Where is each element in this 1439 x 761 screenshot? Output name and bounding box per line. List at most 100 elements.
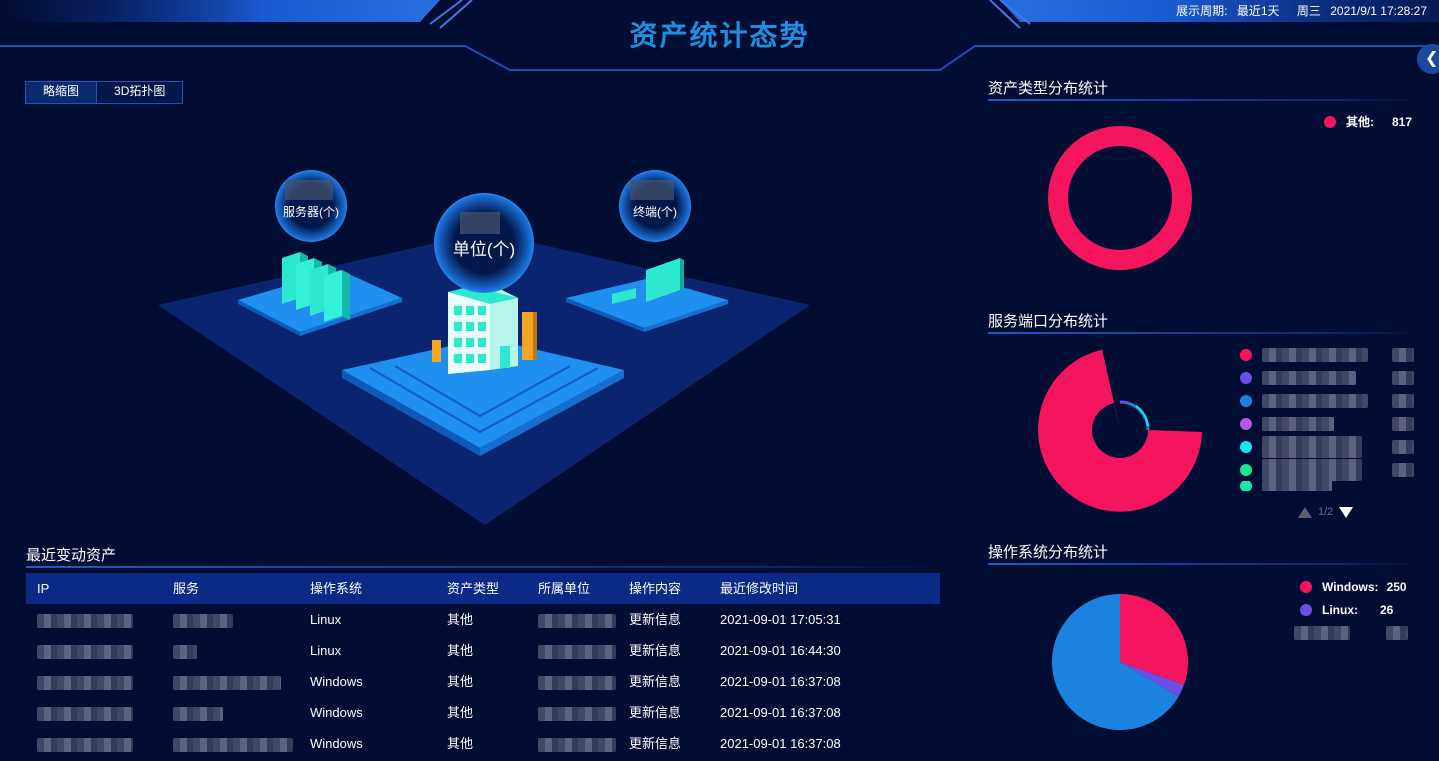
page-up-icon[interactable] xyxy=(1298,506,1312,518)
weekday: 周三 xyxy=(1296,4,1321,18)
service-port-rose-chart xyxy=(1038,349,1202,512)
legend-pager: 1/2 xyxy=(1298,506,1354,518)
legend-item[interactable] xyxy=(1240,458,1414,481)
legend-item[interactable]: 其他: 817 xyxy=(1324,110,1412,133)
header-meta: 展示周期: 最近1天 周三 2021/9/1 17:28:27 xyxy=(1170,2,1427,19)
time-cell: 2021-09-01 16:37:08 xyxy=(720,736,841,751)
legend-value: 250 xyxy=(1386,579,1407,594)
action-cell: 更新信息 xyxy=(629,643,682,658)
legend-label: Linux: xyxy=(1322,602,1358,617)
os-cell: Windows xyxy=(310,705,363,720)
legend-value: 817 xyxy=(1392,114,1413,129)
period-value[interactable]: 最近1天 xyxy=(1237,4,1280,18)
col-action: 操作内容 xyxy=(629,581,682,596)
action-cell: 更新信息 xyxy=(629,612,682,627)
action-cell: 更新信息 xyxy=(629,736,682,751)
col-modified-time: 最近修改时间 xyxy=(720,581,799,596)
asset-3d-scene: 服务器(个) 单位(个) 终端(个) xyxy=(158,170,810,525)
terminal-label: 终端(个) xyxy=(633,204,677,219)
legend-dot xyxy=(1300,580,1312,593)
redacted-unit xyxy=(538,644,616,659)
col-ip: IP xyxy=(37,581,50,596)
table-header: IP 服务 操作系统 资产类型 所属单位 操作内容 最近修改时间 xyxy=(26,573,940,604)
recent-title-divider xyxy=(26,566,940,568)
service-port-title: 服务端口分布统计 xyxy=(988,313,1109,330)
redacted-unit xyxy=(538,675,616,690)
rose-slice-main[interactable] xyxy=(1038,350,1202,512)
action-cell: 更新信息 xyxy=(629,674,682,689)
page-title: 资产统计态势 xyxy=(629,19,810,52)
header: 资产统计态势 展示周期: 最近1天 周三 2021/9/1 17:28:27 ❮ xyxy=(0,0,1439,74)
redacted-ip xyxy=(37,644,133,659)
col-os: 操作系统 xyxy=(310,581,363,596)
page-down-icon[interactable] xyxy=(1339,506,1354,518)
tab-thumbnail[interactable]: 略缩图 xyxy=(26,82,98,103)
recent-assets-title: 最近变动资产 xyxy=(26,547,117,564)
col-asset-type: 资产类型 xyxy=(447,581,500,596)
unit-label: 单位(个) xyxy=(453,240,515,259)
legend-item[interactable] xyxy=(1240,389,1414,412)
legend-item[interactable] xyxy=(1240,412,1414,435)
os-cell: Windows xyxy=(310,736,363,751)
redacted-service xyxy=(173,613,233,628)
redacted-service xyxy=(173,737,293,752)
table-row[interactable]: Linux 其他 更新信息 2021-09-01 17:05:31 xyxy=(26,604,940,635)
page-indicator: 1/2 xyxy=(1318,506,1334,518)
legend-dot xyxy=(1300,603,1312,616)
legend-label: 其他: xyxy=(1346,115,1374,129)
legend-item[interactable] xyxy=(1240,366,1414,389)
datetime: 2021/9/1 17:28:27 xyxy=(1330,4,1427,18)
type-cell: 其他 xyxy=(447,705,474,720)
table-row[interactable]: Windows 其他 更新信息 2021-09-01 16:37:08 xyxy=(26,697,940,728)
asset-type-title: 资产类型分布统计 xyxy=(988,80,1109,97)
type-cell: 其他 xyxy=(447,736,474,751)
view-tabs: 略缩图 3D拓扑图 xyxy=(25,81,184,104)
os-cell: Windows xyxy=(310,674,363,689)
table-row[interactable]: Windows 其他 更新信息 2021-09-01 16:37:08 xyxy=(26,728,940,759)
time-cell: 2021-09-01 17:05:31 xyxy=(720,612,841,627)
redacted-ip xyxy=(37,613,133,628)
server-label: 服务器(个) xyxy=(283,204,339,219)
legend-item[interactable] xyxy=(1240,343,1414,366)
legend-item[interactable]: Windows: 250 xyxy=(1300,575,1408,598)
redacted-service xyxy=(173,675,281,690)
service-port-divider xyxy=(988,332,1420,334)
redacted-ip xyxy=(37,706,133,721)
action-cell: 更新信息 xyxy=(629,705,682,720)
redacted-service xyxy=(173,644,197,659)
os-cell: Linux xyxy=(310,643,342,658)
legend-item[interactable]: Linux: 26 xyxy=(1300,598,1408,621)
table-row[interactable]: Windows 其他 更新信息 2021-09-01 16:37:08 xyxy=(26,666,940,697)
period-label: 展示周期: xyxy=(1176,4,1228,18)
redacted-unit xyxy=(538,737,616,752)
rose-slice-minor[interactable] xyxy=(1119,400,1150,431)
time-cell: 2021-09-01 16:37:08 xyxy=(720,705,841,720)
ring-slice-other[interactable] xyxy=(1048,126,1192,270)
os-cell: Linux xyxy=(310,612,342,627)
asset-type-divider xyxy=(988,99,1420,101)
asset-type-legend: 其他: 817 xyxy=(1324,110,1412,133)
legend-dot xyxy=(1324,115,1336,128)
type-cell: 其他 xyxy=(447,643,474,658)
type-cell: 其他 xyxy=(447,674,474,689)
legend-label: Windows: xyxy=(1322,579,1379,594)
os-legend: Windows: 250 Linux: 26 xyxy=(1294,575,1408,644)
legend-item[interactable] xyxy=(1240,481,1414,491)
os-divider xyxy=(988,563,1420,565)
type-cell: 其他 xyxy=(447,612,474,627)
service-port-legend xyxy=(1240,343,1414,491)
time-cell: 2021-09-01 16:37:08 xyxy=(720,674,841,689)
asset-type-ring-chart xyxy=(1048,126,1192,270)
table-row[interactable]: Linux 其他 更新信息 2021-09-01 16:44:30 xyxy=(26,635,940,666)
redacted-legend-value xyxy=(1386,625,1408,640)
legend-item[interactable] xyxy=(1294,621,1408,644)
redacted-unit xyxy=(538,706,616,721)
legend-value: 26 xyxy=(1380,602,1394,617)
legend-item[interactable] xyxy=(1240,435,1414,458)
redacted-unit xyxy=(538,613,616,628)
chevron-left-icon[interactable]: ❮ xyxy=(1417,44,1439,74)
os-pie-chart xyxy=(1052,594,1188,730)
recent-assets-table: IP 服务 操作系统 资产类型 所属单位 操作内容 最近修改时间 Linux 其… xyxy=(26,573,940,759)
redacted-service xyxy=(173,706,223,721)
tab-3d-topology[interactable]: 3D拓扑图 xyxy=(97,82,183,103)
